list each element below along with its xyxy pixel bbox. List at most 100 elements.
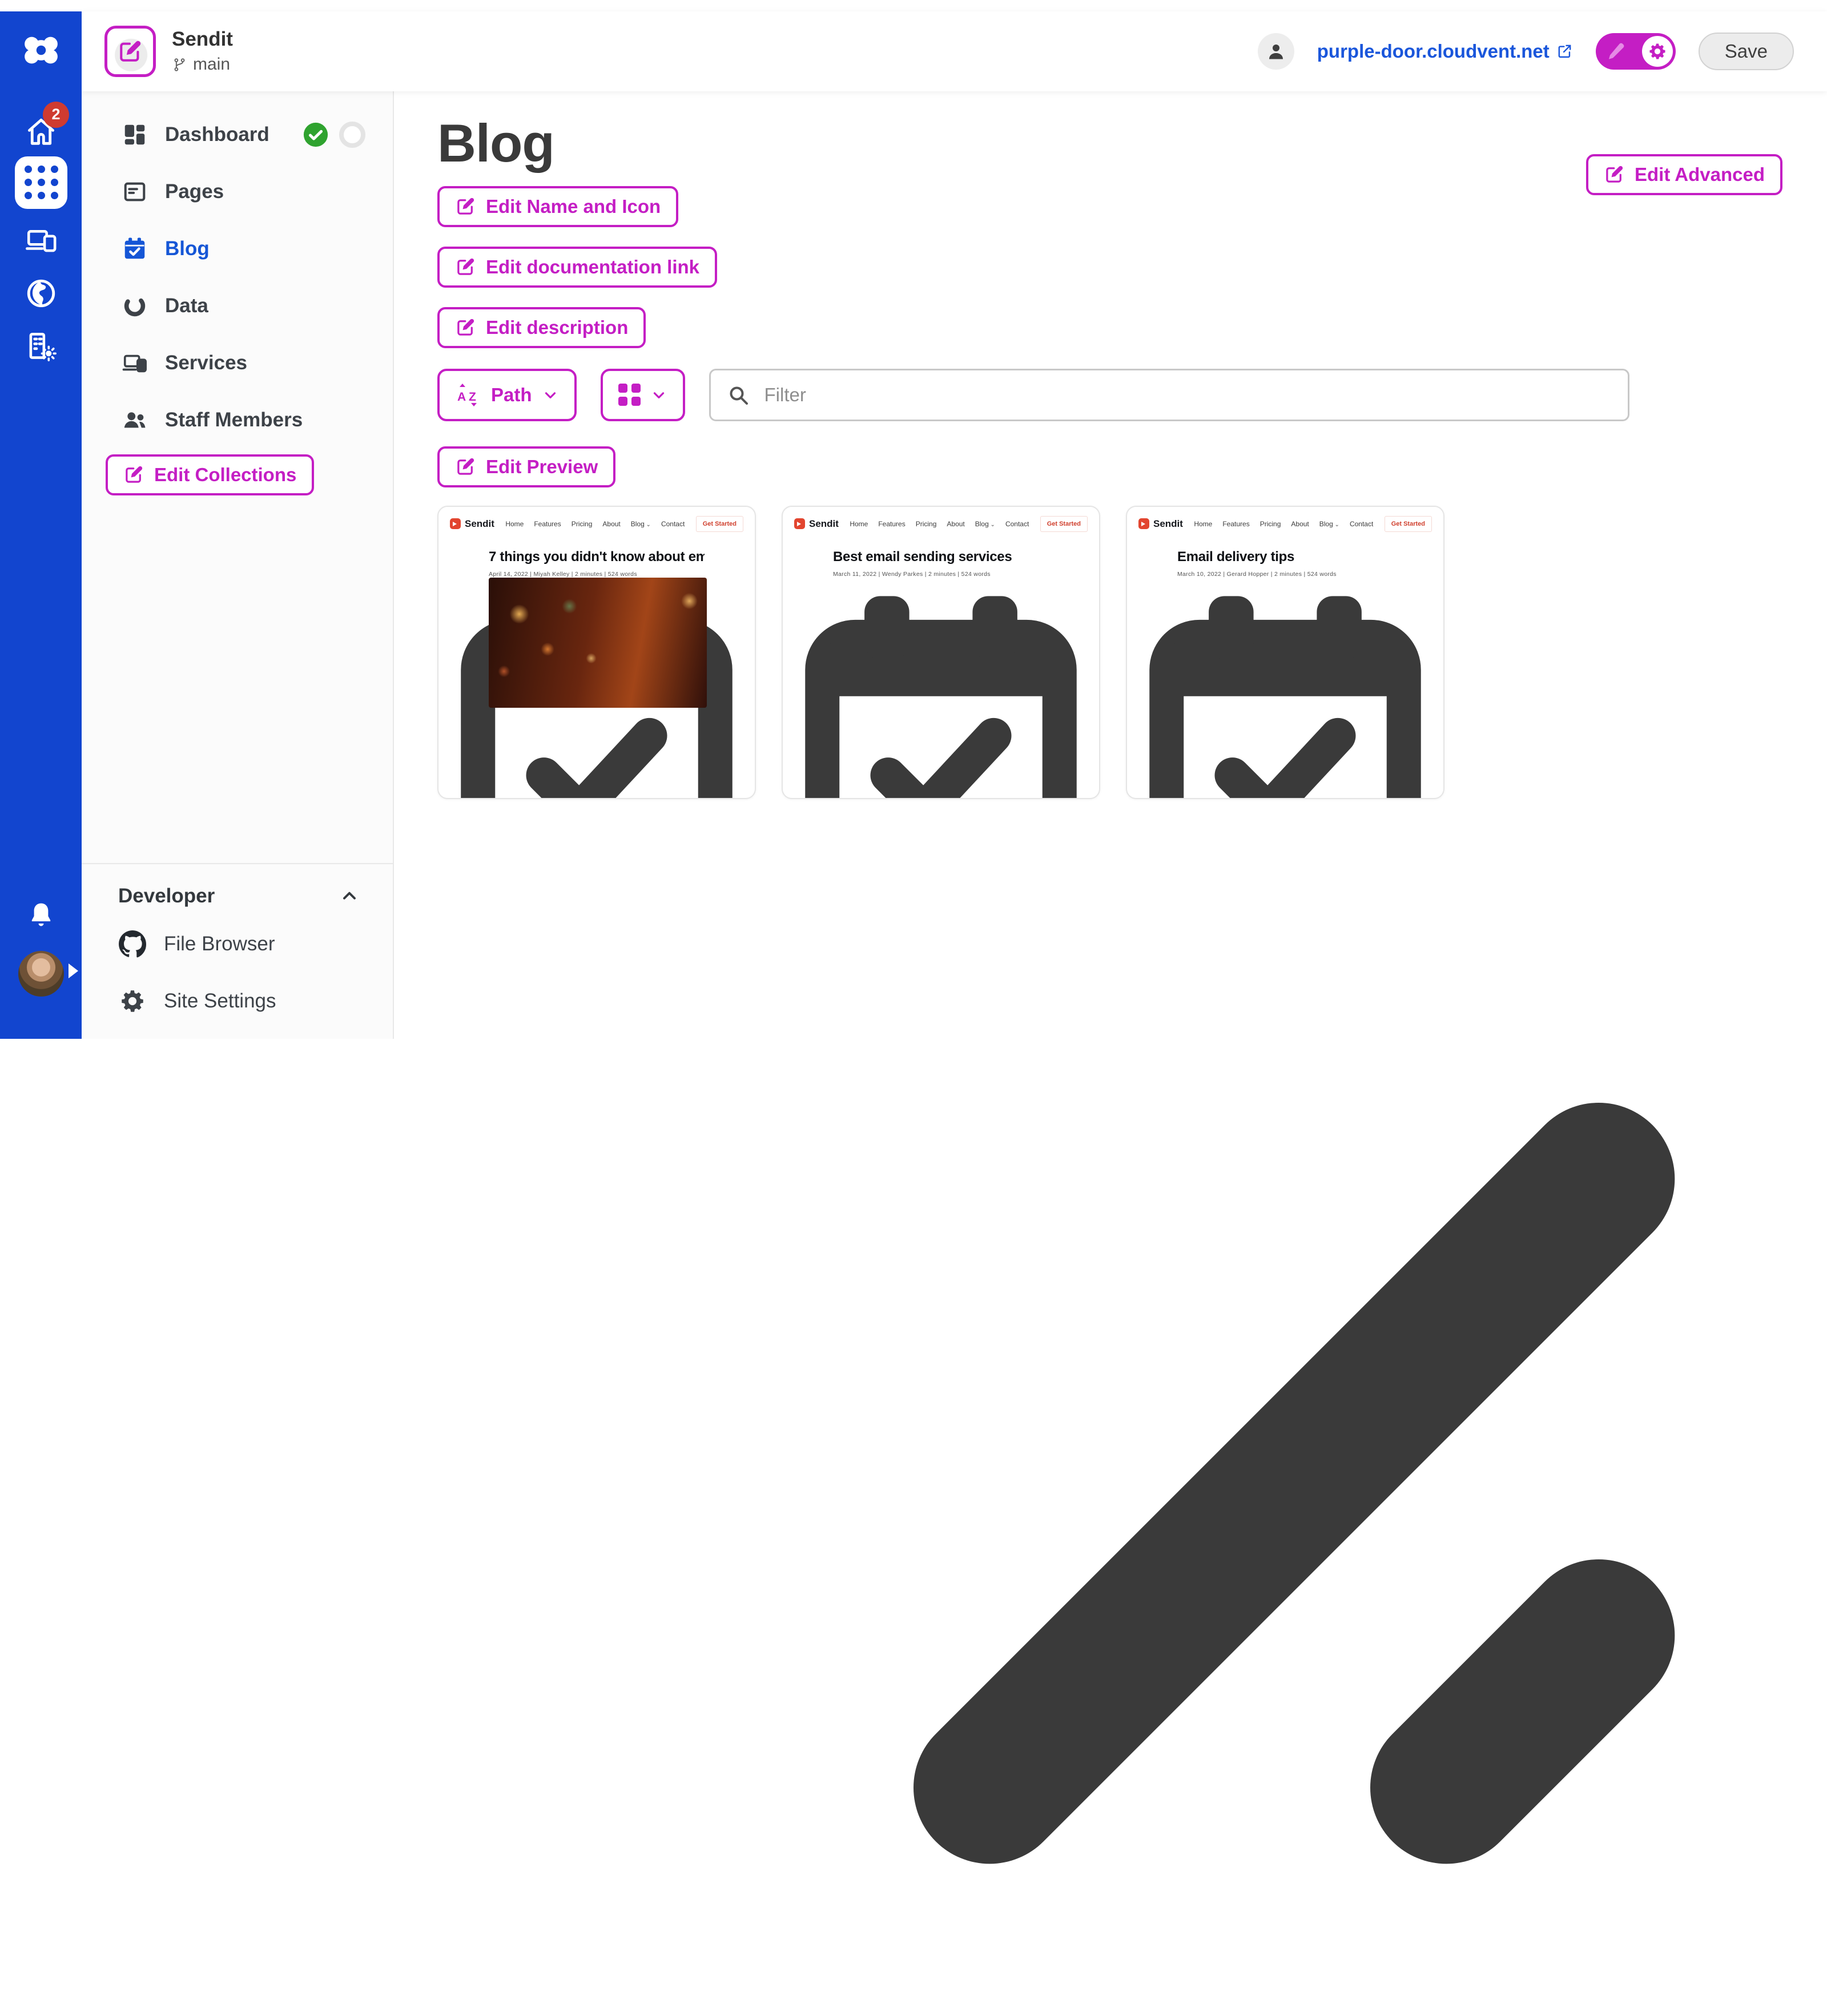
sidebar-item-data[interactable]: Data (82, 277, 393, 334)
sidebar-item-label: Services (165, 352, 247, 374)
git-branch-icon (172, 57, 187, 72)
edit-pencil-icon (455, 317, 476, 338)
chevron-down-icon (650, 386, 667, 404)
check-circle-icon[interactable] (303, 122, 329, 148)
edit-pencil-icon (117, 38, 143, 64)
sidebar-item-staff-members[interactable]: Staff Members (82, 392, 393, 449)
button-label: Edit description (486, 317, 628, 338)
sidebar-item-site-settings[interactable]: Site Settings (82, 973, 393, 1030)
site-link[interactable]: purple-door.cloudvent.net (1317, 41, 1573, 62)
data-icon (122, 293, 148, 319)
user-avatar[interactable] (1258, 33, 1294, 70)
edit-collections-button[interactable]: Edit Collections (106, 454, 314, 495)
page-preview: Sendit HomeFeaturesPricingAboutBlogConta… (783, 507, 1099, 578)
person-icon (1266, 41, 1286, 62)
dashboard-status (303, 122, 365, 148)
sidebar-item-label: Pages (165, 180, 224, 203)
edit-pencil-icon (123, 464, 144, 485)
empty-circle-toggle[interactable] (339, 122, 365, 148)
external-link-icon (1556, 43, 1573, 59)
pencil-icon (1605, 41, 1627, 62)
branch-selector[interactable]: main (172, 55, 233, 74)
topbar: Sendit main purple-door.cloudvent.net Sa… (82, 11, 1827, 91)
sidebar-item-label: Dashboard (165, 123, 269, 146)
sidebar-item-dashboard[interactable]: Dashboard (82, 106, 393, 163)
chevron-up-icon (339, 886, 360, 906)
preview-nav: HomeFeaturesPricingAboutBlogContact (1194, 520, 1373, 528)
cloudcannon-logo[interactable] (16, 25, 66, 75)
button-label: Edit Preview (486, 456, 598, 478)
sendit-logo: Sendit (450, 518, 494, 530)
page-preview: Sendit HomeFeaturesPricingAboutBlogConta… (1127, 507, 1443, 578)
sidebar-item-label: Site Settings (164, 990, 276, 1013)
sidebar-item-label: Staff Members (165, 409, 303, 432)
sidebar-item-label: Data (165, 295, 208, 317)
collection-item-card[interactable]: Sendit HomeFeaturesPricingAboutBlogConta… (437, 506, 756, 799)
edit-advanced-button[interactable]: Edit Advanced (1586, 154, 1782, 195)
calendar-check-icon (122, 236, 148, 262)
home-nav-item[interactable]: 2 (0, 116, 82, 149)
button-label: Edit Name and Icon (486, 196, 661, 217)
github-icon (118, 930, 147, 958)
svg-text:A: A (457, 390, 466, 404)
edit-name-icon-button[interactable]: Edit Name and Icon (437, 186, 678, 227)
edit-pencil-icon (455, 456, 476, 477)
preview-nav: HomeFeaturesPricingAboutBlogContact (850, 520, 1029, 528)
collection-icon-button[interactable] (104, 26, 156, 77)
sort-label: Path (491, 384, 532, 406)
profile-avatar[interactable] (18, 951, 64, 997)
sidebar-item-file-browser[interactable]: File Browser (82, 916, 393, 973)
edit-collections-label: Edit Collections (154, 464, 296, 486)
edit-pencil-icon (455, 256, 476, 277)
editing-mode-toggle[interactable] (1596, 33, 1676, 70)
expand-arrow-icon[interactable] (69, 963, 86, 978)
developer-label: Developer (118, 885, 215, 908)
collection-actions: Edit Name and Icon Edit documentation li… (437, 186, 1827, 348)
organization-nav-item[interactable] (0, 329, 82, 362)
sendit-logo: Sendit (794, 518, 839, 530)
list-toolbar: AZ Path (437, 369, 1827, 421)
search-icon (727, 384, 750, 406)
save-button[interactable]: Save (1699, 33, 1794, 70)
notifications-item[interactable] (0, 900, 82, 931)
developer-header[interactable]: Developer (82, 864, 393, 916)
sidebar-item-label: File Browser (164, 933, 275, 955)
sort-button[interactable]: AZ Path (437, 369, 577, 421)
sidebar-item-pages[interactable]: Pages (82, 163, 393, 220)
bell-icon (26, 900, 57, 931)
devices-nav-item[interactable] (0, 224, 82, 257)
sidebar-item-blog[interactable]: Blog (82, 220, 393, 277)
collections-nav-item[interactable] (15, 156, 67, 209)
filter-field (709, 369, 1629, 421)
collection-nav: Dashboard Pages Blog Data Services Staff… (82, 91, 393, 449)
collection-items: Sendit HomeFeaturesPricingAboutBlogConta… (437, 506, 1827, 799)
apps-grid-icon (25, 166, 58, 199)
filter-input[interactable] (763, 384, 1612, 406)
post-thumbnail (489, 578, 707, 708)
collection-item-card[interactable]: Sendit HomeFeaturesPricingAboutBlogConta… (1126, 506, 1444, 799)
edit-pencil-icon (455, 196, 476, 217)
chevron-down-icon (542, 386, 559, 404)
post-thumbnail (1177, 578, 1395, 708)
collection-item-card[interactable]: Sendit HomeFeaturesPricingAboutBlogConta… (782, 506, 1100, 799)
notification-badge: 2 (43, 102, 69, 128)
topbar-right: purple-door.cloudvent.net Save (1258, 33, 1794, 70)
view-mode-button[interactable] (601, 369, 685, 421)
main-content: Blog Edit Name and Icon Edit documentati… (394, 91, 1827, 1039)
sidebar-item-services[interactable]: Services (82, 334, 393, 392)
preview-meta: March 10, 2022 | Gerard Hopper | 2 minut… (1177, 571, 1393, 578)
post-thumbnail (833, 578, 1051, 708)
preview-heading: Email delivery tips (1177, 549, 1393, 565)
grid-view-icon (618, 384, 641, 406)
devices-icon (25, 224, 58, 257)
globe-icon (25, 277, 58, 310)
edit-documentation-link-button[interactable]: Edit documentation link (437, 247, 717, 288)
svg-text:Z: Z (469, 390, 476, 404)
preview-nav: HomeFeaturesPricingAboutBlogContact (505, 520, 685, 528)
edit-preview-button[interactable]: Edit Preview (437, 446, 615, 487)
edit-description-button[interactable]: Edit description (437, 307, 646, 348)
site-url: purple-door.cloudvent.net (1317, 41, 1550, 62)
building-gear-icon (25, 329, 58, 362)
globe-nav-item[interactable] (0, 277, 82, 310)
preview-cta: Get Started (696, 516, 743, 532)
